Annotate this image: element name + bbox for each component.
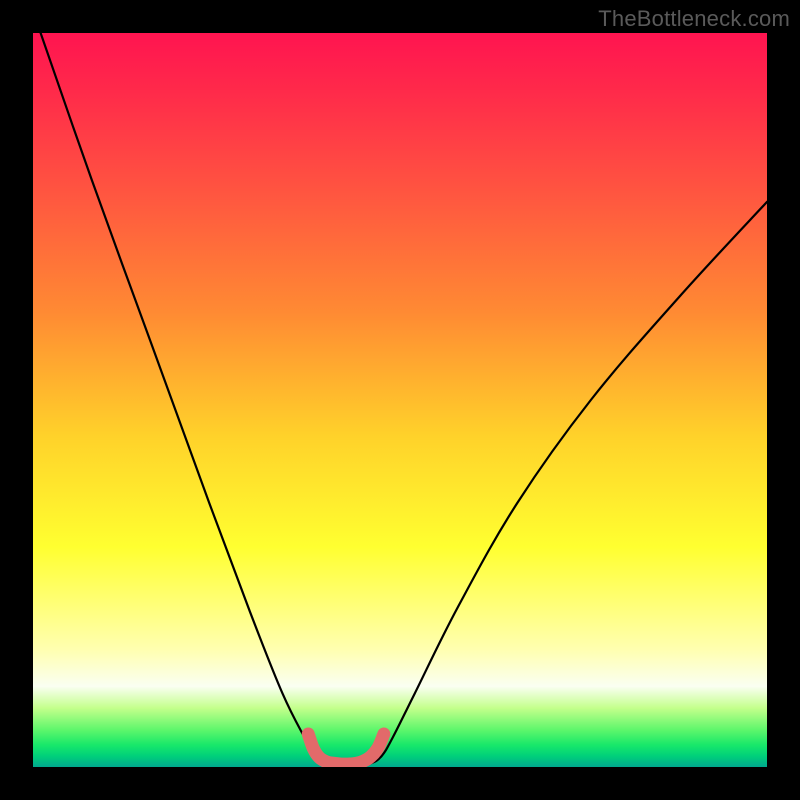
- watermark-text: TheBottleneck.com: [598, 6, 790, 32]
- plot-area: [33, 33, 767, 767]
- bottleneck-curve-path: [33, 33, 767, 765]
- bottom-highlight-path: [308, 734, 384, 764]
- curve-svg: [33, 33, 767, 767]
- chart-stage: TheBottleneck.com: [0, 0, 800, 800]
